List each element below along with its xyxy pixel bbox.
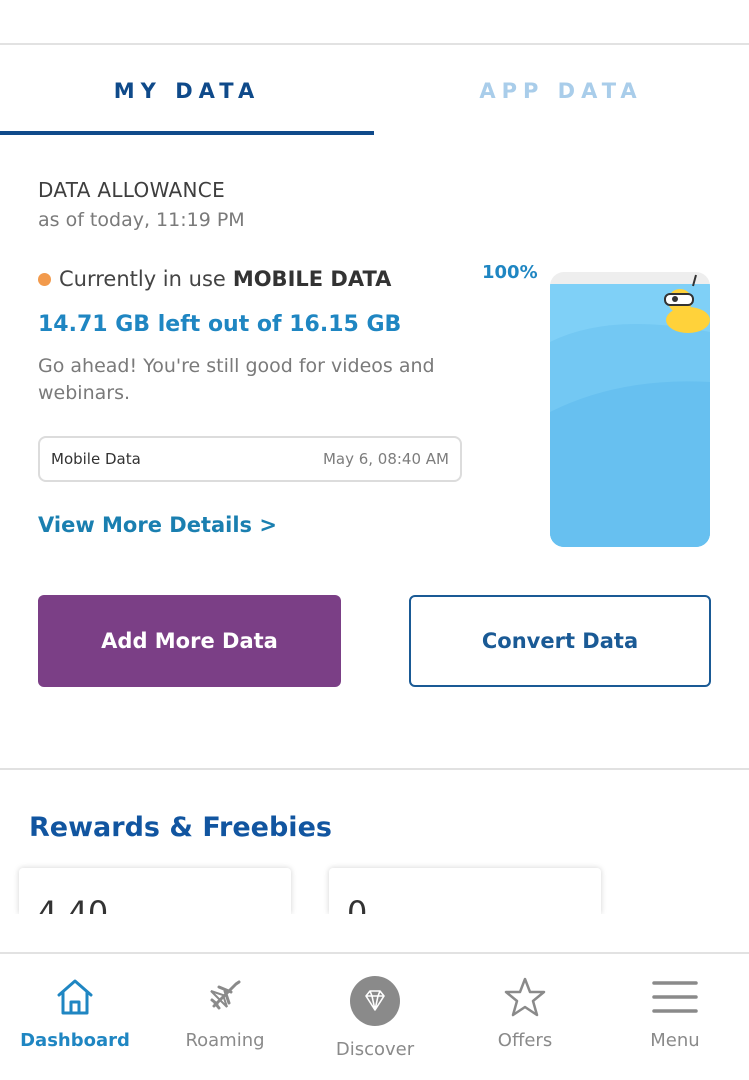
convert-data-button[interactable]: Convert Data [409,595,711,687]
view-more-details-link[interactable]: View More Details > [38,513,277,537]
tab-my-data[interactable]: MY DATA [0,47,374,135]
data-tank-illustration [550,272,710,547]
star-icon [504,977,546,1017]
section-divider [0,768,749,770]
chip-label: Mobile Data [51,450,141,468]
hamburger-menu-icon [652,981,698,1013]
nav-roaming[interactable]: Roaming [150,954,300,1080]
bottom-navigation: Dashboard Roaming Discover Offers Menu [0,952,749,1080]
rewards-title: Rewards & Freebies [29,812,332,843]
airplane-icon [210,980,241,1010]
current-usage-status: Currently in use MOBILE DATA [38,267,391,291]
diamond-icon [350,976,400,1026]
scroll-mask [0,914,749,954]
in-use-type: MOBILE DATA [232,267,392,291]
tab-app-data[interactable]: APP DATA [374,47,748,135]
usage-advice: Go ahead! You're still good for videos a… [38,355,435,404]
in-use-prefix: Currently in use [59,267,226,291]
nav-label: Menu [650,1030,700,1051]
add-more-data-button[interactable]: Add More Data [38,595,341,687]
status-dot-icon [38,272,51,286]
reward-card-freebies[interactable]: 0 [329,868,601,914]
data-remaining: 14.71 GB left out of 16.15 GB [38,312,402,337]
active-tab-indicator [0,131,374,135]
data-tabs: MY DATA APP DATA [0,47,749,135]
nav-offers[interactable]: Offers [450,954,600,1080]
chip-date: May 6, 08:40 AM [322,450,449,468]
data-percent-label: 100% [482,262,538,283]
nav-label: Offers [497,1030,553,1051]
mobile-data-chip[interactable]: Mobile Data May 6, 08:40 AM [38,436,462,482]
nav-menu[interactable]: Menu [600,954,749,1080]
nav-label: Roaming [185,1030,265,1051]
reward-card-points[interactable]: 4.40 [19,868,291,914]
reward-value: 4.40 [37,894,109,914]
nav-label: Dashboard [20,1030,130,1051]
data-allowance-title: DATA ALLOWANCE [38,178,226,202]
nav-dashboard[interactable]: Dashboard [0,954,150,1080]
nav-label: Discover [335,1039,415,1060]
data-allowance-timestamp: as of today, 11:19 PM [38,209,245,231]
reward-value: 0 [347,894,368,914]
nav-discover[interactable]: Discover [300,954,450,1080]
home-icon [57,979,93,1015]
top-bar [0,0,749,45]
